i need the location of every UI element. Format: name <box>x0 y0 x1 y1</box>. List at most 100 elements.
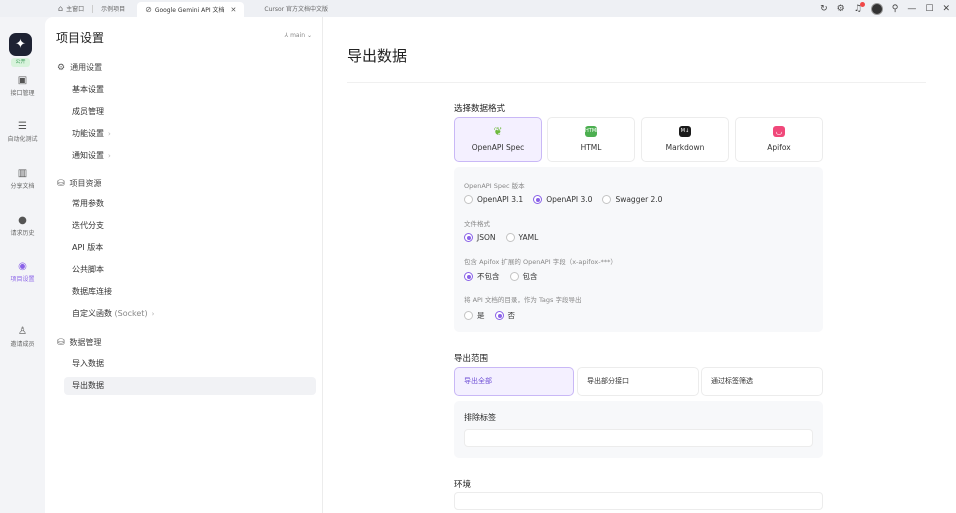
radio-circle <box>464 311 473 320</box>
item-label: 自定义函数 <box>72 309 112 318</box>
scope-export-partial[interactable]: 导出部分接口 <box>577 367 699 396</box>
rail-item-label: 接口管理 <box>10 90 35 97</box>
sidebar-item-import[interactable]: 导入数据 <box>64 355 316 373</box>
item-label: 迭代分支 <box>72 221 104 230</box>
group-general: ⚙ 通用设置 <box>57 62 102 73</box>
sidebar-item-functions[interactable]: 自定义函数 (Socket) › <box>64 305 316 323</box>
scope-filter-tags[interactable]: 通过标签筛选 <box>701 367 823 396</box>
radio-openapi-31[interactable]: OpenAPI 3.1 <box>464 195 523 204</box>
radio-yes[interactable]: 是 <box>464 310 485 321</box>
sidebar-item-params[interactable]: 常用参数 <box>64 195 316 213</box>
chevron-right-icon: › <box>108 152 111 160</box>
pin-icon[interactable]: ⚲ <box>892 4 899 14</box>
gear-icon: ⚙ <box>57 62 66 73</box>
item-label: 公共脚本 <box>72 265 104 274</box>
item-label: 导入数据 <box>72 359 104 368</box>
minimize-icon[interactable]: — <box>907 4 916 14</box>
sidebar-item-members[interactable]: 成员管理 <box>64 103 316 121</box>
group-label: 数据管理 <box>69 338 102 347</box>
invite-icon: ♙ <box>18 326 27 337</box>
radio-exclude[interactable]: 不包含 <box>464 271 500 282</box>
app-logo-icon[interactable]: ✦ <box>9 33 32 56</box>
test-icon: ☰ <box>18 121 27 132</box>
format-openapi[interactable]: ❦ OpenAPI Spec <box>454 117 542 162</box>
rail-item-share[interactable]: ▥ 分享文档 <box>0 168 45 190</box>
radio-label: 不包含 <box>477 272 500 281</box>
sidebar-item-scripts[interactable]: 公共脚本 <box>64 261 316 279</box>
sidebar-item-features[interactable]: 功能设置 › <box>64 125 316 143</box>
radio-label: OpenAPI 3.0 <box>546 195 593 204</box>
tab-gemini-docs[interactable]: ⊘ Google Gemini API 文档 ✕ <box>137 2 245 17</box>
rail-item-api[interactable]: ▣ 接口管理 <box>0 75 45 97</box>
openapi-options-panel: OpenAPI Spec 版本 OpenAPI 3.1 OpenAPI 3.0 … <box>454 167 823 332</box>
item-sublabel: (Socket) <box>114 309 148 318</box>
rail-item-invite[interactable]: ♙ 邀请成员 <box>0 326 45 348</box>
option-question: 包含 Apifox 扩展的 OpenAPI 字段（x-apifox-***） <box>464 258 617 266</box>
radio-circle <box>505 233 515 242</box>
option-question: 文件格式 <box>464 220 490 228</box>
exclude-tags-panel: 排除标签 <box>454 401 823 458</box>
close-icon[interactable]: ✕ <box>231 6 237 14</box>
item-label: 常用参数 <box>72 199 104 208</box>
branch-selector[interactable]: ⅄ main ⌄ <box>284 32 312 39</box>
sidebar-item-notifications[interactable]: 通知设置 › <box>64 147 316 165</box>
item-label: 通知设置 <box>72 151 104 160</box>
radio-label: 是 <box>477 311 485 320</box>
openapi-icon: ❦ <box>493 125 503 138</box>
exclude-tags-input[interactable] <box>464 429 813 447</box>
sidebar-item-export[interactable]: 导出数据 <box>64 377 316 395</box>
settings-sidebar: 项目设置 ⅄ main ⌄ ⚙ 通用设置 基本设置 成员管理 功能设置 › 通知设… <box>45 17 323 513</box>
format-apifox[interactable]: ◡ Apifox <box>735 117 823 162</box>
group-data: ⛁ 数据管理 <box>57 337 102 348</box>
public-badge: 公开 <box>11 58 30 67</box>
rail-item-test[interactable]: ☰ 自动化测试 <box>0 121 45 143</box>
close-window-icon[interactable]: ✕ <box>942 4 950 14</box>
tab-cursor-docs[interactable]: Cursor 官方文档中文版 <box>256 0 336 17</box>
rail-item-settings[interactable]: ◉ 项目设置 <box>0 261 45 283</box>
format-label: Markdown <box>665 143 705 152</box>
api-icon: ▣ <box>17 75 28 86</box>
page-title: 导出数据 <box>347 47 408 65</box>
chevron-right-icon: › <box>151 310 155 318</box>
radio-circle <box>464 272 473 281</box>
tab-label: 主窗口 <box>66 6 85 13</box>
sidebar-item-db[interactable]: 数据库连接 <box>64 283 316 301</box>
sidebar-item-api-version[interactable]: API 版本 <box>64 239 316 257</box>
radio-circle <box>494 311 504 320</box>
environment-select[interactable] <box>454 492 823 510</box>
gear-icon[interactable]: ⚙ <box>837 4 845 14</box>
tab-label: 示例项目 <box>101 6 126 13</box>
apifox-fields-radio-group: 不包含 包含 <box>464 271 542 282</box>
radio-swagger-20[interactable]: Swagger 2.0 <box>602 195 662 204</box>
item-label: 功能设置 <box>72 129 104 138</box>
markdown-icon: M↓ <box>679 126 691 137</box>
book-icon: ▥ <box>17 168 28 179</box>
notification-dot <box>859 1 865 7</box>
sidebar-item-branches[interactable]: 迭代分支 <box>64 217 316 235</box>
rail-item-history[interactable]: ● 请求历史 <box>0 215 45 237</box>
maximize-icon[interactable]: ☐ <box>925 4 933 14</box>
radio-label: YAML <box>518 233 539 242</box>
radio-yaml[interactable]: YAML <box>505 233 539 242</box>
scope-export-all[interactable]: 导出全部 <box>454 367 574 396</box>
radio-label: JSON <box>477 233 496 242</box>
rail-item-label: 邀请成员 <box>10 341 35 348</box>
format-html[interactable]: HTML HTML <box>547 117 635 162</box>
sidebar-item-basic[interactable]: 基本设置 <box>64 81 316 99</box>
database-icon: ⛁ <box>57 178 65 189</box>
format-label: Apifox <box>767 143 791 152</box>
radio-openapi-30[interactable]: OpenAPI 3.0 <box>533 195 592 204</box>
avatar[interactable] <box>870 2 883 15</box>
bell-icon[interactable]: ♫ <box>854 1 865 14</box>
radio-label: 包含 <box>522 272 538 281</box>
group-resources: ⛁ 项目资源 <box>57 178 102 189</box>
tab-label: Cursor 官方文档中文版 <box>264 6 329 13</box>
branch-label: main <box>290 32 306 39</box>
radio-json[interactable]: JSON <box>464 233 496 242</box>
refresh-icon[interactable]: ↻ <box>820 4 828 14</box>
radio-no[interactable]: 否 <box>494 310 515 321</box>
tab-main-window[interactable]: ⌂ 主窗口 <box>50 0 92 17</box>
tab-sample-project[interactable]: 示例项目 <box>93 0 133 17</box>
format-markdown[interactable]: M↓ Markdown <box>641 117 729 162</box>
radio-include[interactable]: 包含 <box>509 271 538 282</box>
